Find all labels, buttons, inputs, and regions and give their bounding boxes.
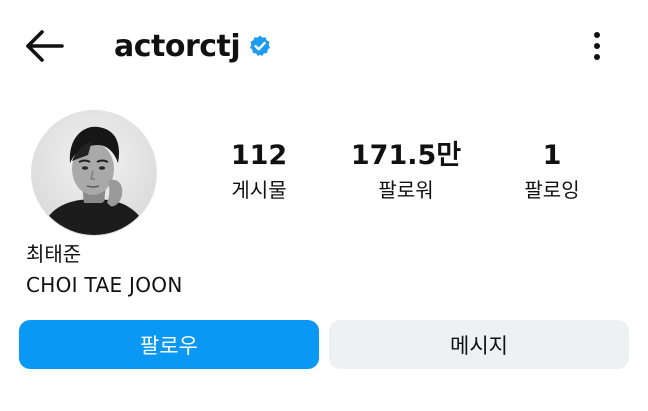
- following-label: 팔로잉: [524, 178, 580, 202]
- profile-header: actorctj: [0, 0, 648, 90]
- message-button-label: 메시지: [450, 333, 508, 358]
- following-count[interactable]: 1 팔로잉: [482, 140, 622, 204]
- follow-button[interactable]: 팔로우: [19, 320, 319, 369]
- followers-value: 171.5만: [350, 140, 462, 171]
- followers-label: 팔로워: [378, 178, 434, 202]
- username-block: actorctj: [114, 26, 272, 66]
- posts-count[interactable]: 112 게시물: [189, 140, 329, 204]
- arrow-left-icon: [26, 30, 64, 62]
- username: actorctj: [114, 28, 241, 64]
- following-value: 1: [542, 140, 562, 171]
- display-name: 최태준: [26, 242, 82, 266]
- back-button[interactable]: [22, 28, 66, 64]
- more-options-button[interactable]: [582, 28, 612, 64]
- message-button[interactable]: 메시지: [329, 320, 629, 369]
- followers-count[interactable]: 171.5만 팔로워: [336, 140, 476, 204]
- profile-photo: [32, 111, 156, 235]
- verified-badge-icon: [248, 34, 272, 58]
- avatar[interactable]: [31, 110, 157, 236]
- follow-button-label: 팔로우: [140, 333, 198, 358]
- posts-value: 112: [230, 140, 288, 171]
- posts-label: 게시물: [231, 178, 287, 202]
- more-vertical-icon: [594, 32, 600, 60]
- bio-text: CHOI TAE JOON: [26, 273, 183, 297]
